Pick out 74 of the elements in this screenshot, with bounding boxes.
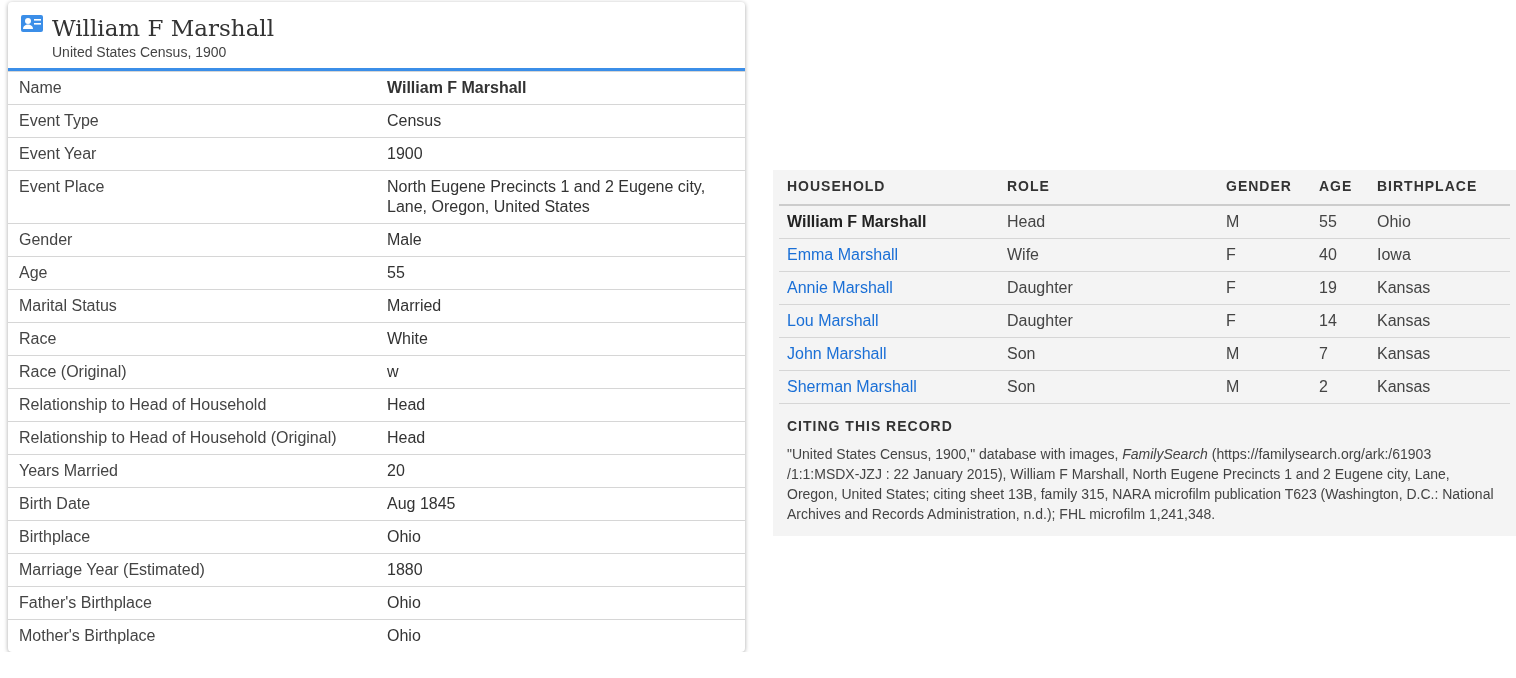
age-cell-text: 55 <box>1319 212 1338 232</box>
field-label: Marital Status <box>19 296 118 316</box>
record-title: William F Marshall <box>52 14 275 42</box>
member-link[interactable]: Sherman Marshall <box>787 377 917 397</box>
age-cell-text: 14 <box>1319 311 1338 331</box>
birthplace-cell-text: Kansas <box>1377 311 1432 331</box>
field-value: 55 <box>387 263 406 283</box>
gender-cell-text: F <box>1226 245 1237 265</box>
field-value: Male <box>387 230 423 250</box>
gender-cell-text: M <box>1226 377 1241 397</box>
field-label: Mother's Birthplace <box>19 626 157 646</box>
role-cell-text: Wife <box>1007 245 1040 265</box>
column-header: ROLE <box>1007 178 1051 194</box>
age-cell-text: 40 <box>1319 245 1338 265</box>
field-value: 1880 <box>387 560 424 580</box>
field-value: Head <box>387 395 427 415</box>
column-header: GENDER <box>1226 178 1293 194</box>
field-value: Ohio <box>387 527 422 547</box>
field-value: w <box>387 362 400 382</box>
role-cell-text: Head <box>1007 212 1047 232</box>
member-link[interactable]: Lou Marshall <box>787 311 879 331</box>
field-value: 1900 <box>387 144 424 164</box>
field-value: Married <box>387 296 443 316</box>
field-label: Relationship to Head of Household (Original) <box>19 428 338 448</box>
field-label: Event Type <box>19 111 100 131</box>
role-cell-text: Son <box>1007 377 1037 397</box>
field-label: Gender <box>19 230 74 250</box>
field-label: Father's Birthplace <box>19 593 153 613</box>
field-value: Census <box>387 111 443 131</box>
age-cell-text: 2 <box>1319 377 1329 397</box>
field-value: 20 <box>387 461 406 481</box>
field-value: Ohio <box>387 626 422 646</box>
person-card-icon <box>20 14 44 34</box>
field-label: Birth Date <box>19 494 92 514</box>
birthplace-cell-text: Iowa <box>1377 245 1412 265</box>
citation-heading: CITING THIS RECORD <box>786 417 954 436</box>
birthplace-cell-text: Kansas <box>1377 344 1432 364</box>
field-value: White <box>387 329 429 349</box>
age-cell-text: 7 <box>1319 344 1329 364</box>
role-cell-text: Daughter <box>1007 278 1074 298</box>
field-value: William F Marshall <box>387 78 528 98</box>
age-cell-text: 19 <box>1319 278 1338 298</box>
field-label: Event Place <box>19 177 106 197</box>
member-name: William F Marshall <box>787 212 928 232</box>
member-link[interactable]: Emma Marshall <box>787 245 899 265</box>
citation-text: "United States Census, 1900," database with images, FamilySearch (https://familysearch.org/ark:/61903 /1:1:MSDX-JZJ : 22 January 2015), William F Marshall, North Eugene Precincts 1 and 2 Eugene city, Lane, Oregon, United States; citing sheet 13B, family 315, NARA microfilm publication T623 (Washington, D.C.: National Archives and Records Administration, n.d.); FHL microfilm 1,241,348. <box>786 445 1495 524</box>
column-header: AGE <box>1319 178 1354 194</box>
gender-cell-text: F <box>1226 311 1237 331</box>
field-label: Race <box>19 329 58 349</box>
column-header: HOUSEHOLD <box>787 178 887 194</box>
field-label: Years Married <box>19 461 119 481</box>
field-value: Ohio <box>387 593 422 613</box>
gender-cell-text: M <box>1226 344 1241 364</box>
field-label: Race (Original) <box>19 362 128 382</box>
role-cell-text: Daughter <box>1007 311 1074 331</box>
field-label: Relationship to Head of Household <box>19 395 268 415</box>
member-link[interactable]: Annie Marshall <box>787 278 893 298</box>
field-label: Event Year <box>19 144 98 164</box>
field-label: Marriage Year (Estimated) <box>19 560 206 580</box>
birthplace-cell-text: Ohio <box>1377 212 1412 232</box>
field-label: Birthplace <box>19 527 92 547</box>
field-value: North Eugene Precincts 1 and 2 Eugene city, Lane, Oregon, United States <box>387 177 707 217</box>
field-label: Name <box>19 78 63 98</box>
gender-cell-text: F <box>1226 278 1237 298</box>
field-value: Aug 1845 <box>387 494 457 514</box>
birthplace-cell-text: Kansas <box>1377 377 1432 397</box>
record-subtitle: United States Census, 1900 <box>52 44 228 60</box>
field-value: Head <box>387 428 427 448</box>
member-link[interactable]: John Marshall <box>787 344 887 364</box>
role-cell-text: Son <box>1007 344 1037 364</box>
gender-cell-text: M <box>1226 212 1241 232</box>
column-header: BIRTHPLACE <box>1377 178 1479 194</box>
birthplace-cell-text: Kansas <box>1377 278 1432 298</box>
field-label: Age <box>19 263 49 283</box>
